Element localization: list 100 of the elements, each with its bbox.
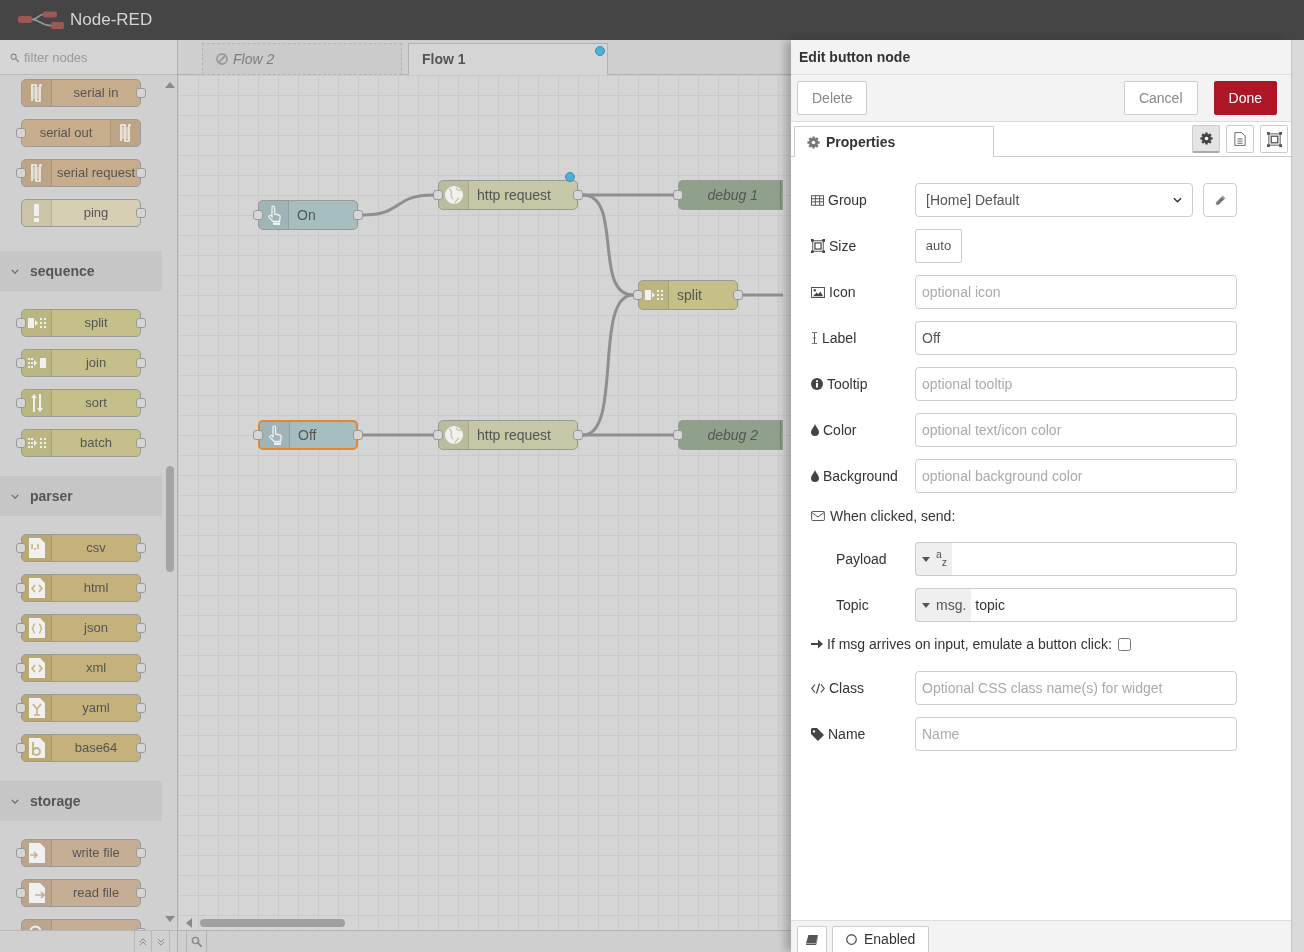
size-button[interactable]: auto [915,229,962,263]
input-field[interactable]: optional icon [915,275,1237,309]
edit-button[interactable] [1203,183,1237,217]
port-handle[interactable] [573,430,583,440]
flow-node[interactable]: split [638,280,738,310]
scrollbar-thumb[interactable] [165,466,174,572]
palette-node[interactable]: serial out [21,119,141,147]
port-handle[interactable] [136,318,146,328]
scroll-up-button[interactable] [164,82,175,88]
port-handle[interactable] [573,190,583,200]
view-button[interactable] [1260,125,1288,153]
flow-node[interactable]: http request [438,420,578,450]
port-handle[interactable] [433,190,443,200]
input-field[interactable]: optional text/icon color [915,413,1237,447]
view-button[interactable] [1226,125,1254,153]
port-handle[interactable] [16,398,26,408]
port-handle[interactable] [673,190,683,200]
port-handle[interactable] [136,88,146,98]
port-handle[interactable] [16,743,26,753]
port-handle[interactable] [16,888,26,898]
scroll-left-button[interactable] [186,917,192,928]
document-braces-icon [28,618,45,638]
palette-node[interactable]: serial request [21,159,141,187]
flow-node[interactable]: debug 2 [678,420,783,450]
flow-node[interactable]: debug 1 [678,180,783,210]
port-handle[interactable] [16,128,26,138]
port-handle[interactable] [136,848,146,858]
palette-node[interactable]: write file [21,839,141,867]
port-handle[interactable] [253,430,263,440]
port-handle[interactable] [433,430,443,440]
scroll-down-button[interactable] [164,916,175,922]
palette-node[interactable]: read file [21,879,141,907]
palette-node[interactable]: json [21,614,141,642]
select-field[interactable]: [Home] Default [915,183,1193,217]
port-handle[interactable] [136,398,146,408]
palette-node[interactable]: csv [21,534,141,562]
view-button[interactable] [1192,125,1220,153]
port-handle[interactable] [16,848,26,858]
port-handle[interactable] [16,543,26,553]
input-field[interactable]: Off [915,321,1237,355]
palette-node[interactable]: xml [21,654,141,682]
port-handle[interactable] [16,583,26,593]
palette-node[interactable]: sort [21,389,141,417]
button[interactable]: Done [1213,81,1277,115]
category-header[interactable]: storage [0,781,162,821]
port-handle[interactable] [16,623,26,633]
port-handle[interactable] [136,358,146,368]
port-handle[interactable] [136,583,146,593]
flow-node[interactable]: Off [258,420,358,450]
palette-node[interactable]: yaml [21,694,141,722]
book-button[interactable] [797,926,827,952]
input-field[interactable]: Name [915,717,1237,751]
input-field[interactable]: optional tooltip [915,367,1237,401]
port-handle[interactable] [16,168,26,178]
palette-node[interactable]: split [21,309,141,337]
tab[interactable]: Properties [794,126,994,157]
tab[interactable]: Flow 1 [408,43,608,75]
flow-node[interactable]: On [258,200,358,230]
palette-node[interactable]: html [21,574,141,602]
checkbox[interactable] [1117,637,1131,651]
palette-node[interactable]: base64 [21,734,141,762]
port-handle[interactable] [136,208,146,218]
port-handle[interactable] [673,430,683,440]
port-handle[interactable] [136,438,146,448]
port-handle[interactable] [733,290,743,300]
field-label: Background [823,466,898,486]
port-handle[interactable] [136,168,146,178]
collapse-all-button[interactable] [134,931,152,952]
port-handle[interactable] [16,358,26,368]
port-handle[interactable] [633,290,643,300]
filter-field[interactable]: filter nodes [0,40,177,75]
port-handle[interactable] [136,743,146,753]
button[interactable]: Delete [797,81,868,115]
category-header[interactable]: sequence [0,251,162,291]
port-handle[interactable] [16,663,26,673]
category-header[interactable]: parser [0,476,162,516]
enable-toggle[interactable]: Enabled [832,926,930,952]
input-field[interactable]: optional background color [915,459,1237,493]
port-handle[interactable] [353,430,363,440]
port-handle[interactable] [136,888,146,898]
port-handle[interactable] [136,663,146,673]
flow-node[interactable]: http request [438,180,578,210]
port-handle[interactable] [253,210,263,220]
button[interactable]: Cancel [1123,81,1198,115]
port-handle[interactable] [136,543,146,553]
scrollbar-thumb[interactable] [200,918,345,927]
port-handle[interactable] [136,623,146,633]
palette-node[interactable]: join [21,349,141,377]
port-handle[interactable] [136,703,146,713]
palette-node[interactable]: serial in [21,79,141,107]
palette-node[interactable]: batch [21,429,141,457]
square-wave-icon [30,164,43,182]
palette-node[interactable]: ping [21,199,141,227]
port-handle[interactable] [16,318,26,328]
search-button[interactable] [186,931,207,952]
port-handle[interactable] [16,703,26,713]
input-field[interactable]: Optional CSS class name(s) for widget [915,671,1237,705]
wire [743,293,783,297]
port-handle[interactable] [353,210,363,220]
port-handle[interactable] [16,438,26,448]
